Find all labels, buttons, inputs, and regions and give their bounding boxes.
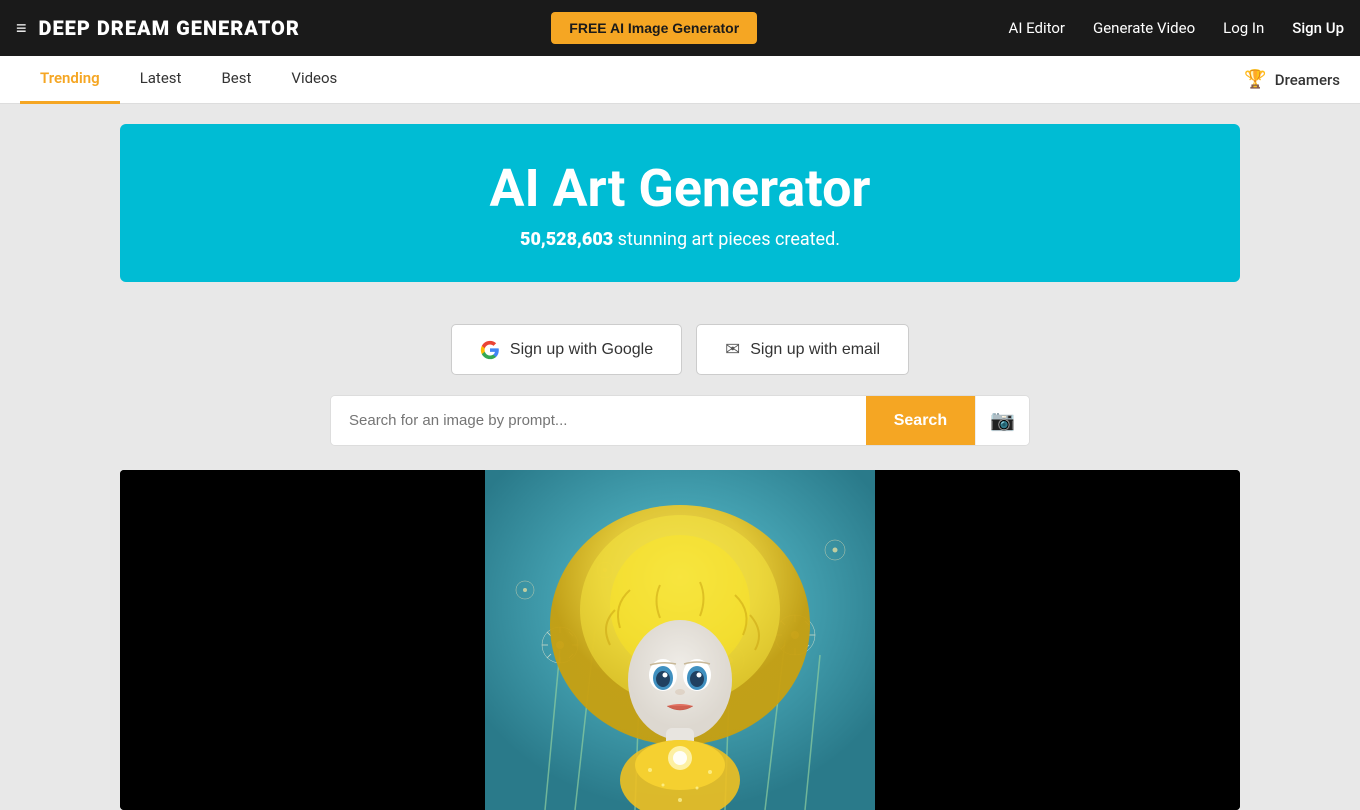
subnav-item-latest[interactable]: Latest	[120, 55, 202, 104]
subnav-right: 🏆 Dreamers	[1244, 69, 1340, 90]
signup-email-button[interactable]: ✉ Sign up with email	[696, 324, 909, 375]
sign-up-link[interactable]: Sign Up	[1292, 19, 1344, 37]
free-ai-button[interactable]: FREE AI Image Generator	[551, 12, 757, 44]
hero-banner: AI Art Generator 50,528,603 stunning art…	[120, 124, 1240, 282]
site-logo: DEEP DREAM GENERATOR	[39, 16, 300, 40]
subnav-item-trending[interactable]: Trending	[20, 55, 120, 104]
header-right: AI Editor Generate Video Log In Sign Up	[1009, 19, 1344, 37]
trophy-icon: 🏆	[1244, 69, 1266, 90]
page-content: AI Art Generator 50,528,603 stunning art…	[0, 104, 1360, 810]
artwork-svg	[485, 470, 875, 810]
hero-title: AI Art Generator	[140, 160, 1220, 217]
hero-subtitle-text: stunning art pieces created.	[613, 229, 840, 250]
search-input[interactable]	[331, 396, 866, 445]
header-left: ≡ DEEP DREAM GENERATOR	[16, 16, 300, 40]
signup-row: Sign up with Google ✉ Sign up with email	[451, 324, 909, 375]
signup-email-label: Sign up with email	[750, 341, 880, 359]
email-icon: ✉	[725, 339, 740, 360]
menu-icon[interactable]: ≡	[16, 18, 27, 39]
main-image-area	[120, 470, 1240, 810]
google-icon	[480, 340, 500, 360]
camera-icon: 📷	[990, 408, 1015, 433]
center-area: AI Art Generator 50,528,603 stunning art…	[0, 104, 1360, 810]
subnav-item-best[interactable]: Best	[201, 55, 271, 104]
search-button[interactable]: Search	[866, 396, 975, 445]
sub-navigation: Trending Latest Best Videos 🏆 Dreamers	[0, 56, 1360, 104]
dreamers-label[interactable]: Dreamers	[1275, 71, 1340, 89]
signup-google-label: Sign up with Google	[510, 341, 653, 359]
hero-subtitle: 50,528,603 stunning art pieces created.	[140, 229, 1220, 250]
header-center: FREE AI Image Generator	[551, 12, 757, 44]
subnav-left: Trending Latest Best Videos	[20, 55, 357, 104]
generate-video-link[interactable]: Generate Video	[1093, 19, 1195, 37]
image-right-black	[875, 470, 1240, 810]
camera-search-button[interactable]: 📷	[975, 396, 1029, 445]
search-container: Search 📷	[330, 395, 1030, 446]
signup-google-button[interactable]: Sign up with Google	[451, 324, 682, 375]
search-row: Search 📷	[330, 395, 1030, 446]
site-header: ≡ DEEP DREAM GENERATOR FREE AI Image Gen…	[0, 0, 1360, 56]
hero-count: 50,528,603	[520, 229, 613, 250]
ai-editor-link[interactable]: AI Editor	[1009, 19, 1065, 37]
featured-artwork	[485, 470, 875, 810]
subnav-item-videos[interactable]: Videos	[271, 55, 357, 104]
log-in-link[interactable]: Log In	[1223, 19, 1264, 37]
image-left-black	[120, 470, 485, 810]
